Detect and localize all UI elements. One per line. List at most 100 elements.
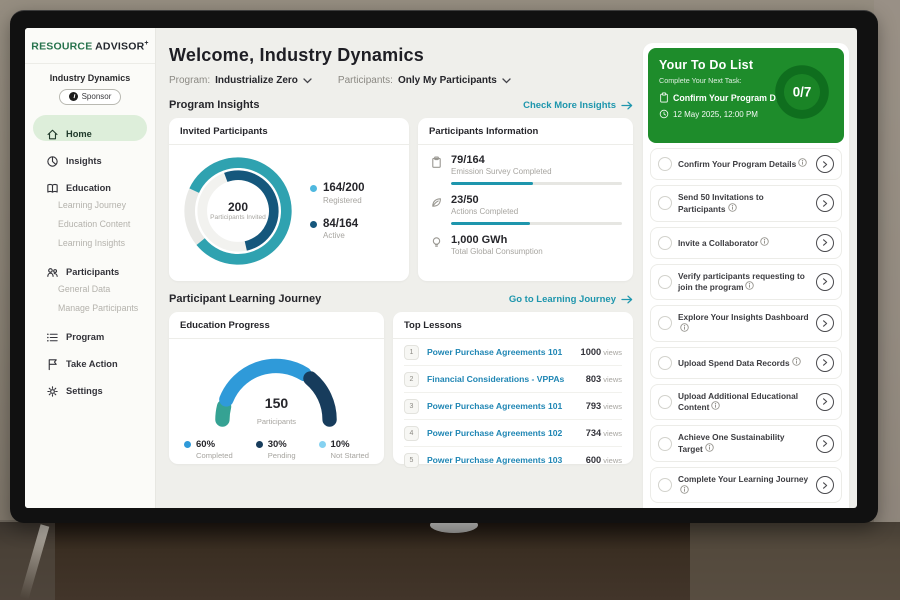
info-icon[interactable] <box>705 443 714 452</box>
sidebar: RESOURCE ADVISOR+ Industry Dynamics Spon… <box>25 28 156 508</box>
task-label: Verify participants requesting to join t… <box>678 271 810 294</box>
education-progress-gauge-chart: 150 Participants <box>198 343 354 431</box>
legend-value: 10% <box>331 439 350 450</box>
task-checkbox[interactable] <box>658 478 672 492</box>
top-lessons-list: 1 Power Purchase Agreements 101 1000view… <box>404 339 622 473</box>
task-open-button[interactable] <box>816 194 834 212</box>
sidebar-item-label: Take Action <box>66 359 118 369</box>
sidebar-item-insights[interactable]: Insights <box>33 142 147 168</box>
sidebar-item-education-content[interactable]: Education Content <box>33 215 147 233</box>
lesson-link[interactable]: Power Purchase Agreements 102 <box>427 428 578 438</box>
clipboard-icon <box>659 92 669 103</box>
legend-value: 60% <box>196 439 215 450</box>
task-open-button[interactable] <box>816 273 834 291</box>
progress-bar <box>451 222 622 225</box>
info-icon[interactable] <box>792 357 801 366</box>
sidebar-item-label: Education Content <box>58 219 130 229</box>
legend-value: 30% <box>268 439 287 450</box>
task-checkbox[interactable] <box>658 316 672 330</box>
task-row-invite-a-collaborator: Invite a Collaborator <box>650 227 842 259</box>
brand-secondary: ADVISOR <box>95 41 144 53</box>
program-filter[interactable]: Program: Industrialize Zero <box>169 75 312 86</box>
lesson-row: 1 Power Purchase Agreements 101 1000view… <box>404 339 622 366</box>
info-icon[interactable] <box>711 401 720 410</box>
top-lessons-title: Top Lessons <box>393 320 633 339</box>
info-icon[interactable] <box>798 158 807 167</box>
legend-item-pending: 30% Pending <box>256 439 296 460</box>
lesson-link[interactable]: Power Purchase Agreements 101 <box>427 347 573 357</box>
info-icon[interactable] <box>728 203 737 212</box>
info-icon[interactable] <box>680 323 689 332</box>
check-more-insights-link[interactable]: Check More Insights <box>523 100 633 111</box>
sidebar-item-general-data[interactable]: General Data <box>33 280 147 298</box>
sidebar-item-program[interactable]: Program <box>33 318 147 344</box>
lesson-row: 2 Financial Considerations - VPPAs 803vi… <box>404 366 622 393</box>
arrow-right-icon <box>621 295 633 304</box>
task-open-button[interactable] <box>816 155 834 173</box>
sidebar-item-education[interactable]: Education <box>33 169 147 195</box>
app-logo: RESOURCE ADVISOR+ <box>25 40 155 53</box>
legend-dot <box>184 441 191 448</box>
task-row-verify-participants-requesting-to-join-the-program: Verify participants requesting to join t… <box>650 264 842 301</box>
settings-icon <box>46 385 59 398</box>
legend-item-active: 84/164 Active <box>310 218 365 241</box>
task-checkbox[interactable] <box>658 196 672 210</box>
lesson-rank: 3 <box>404 399 419 414</box>
desk-background-right <box>690 522 900 600</box>
info-icon[interactable] <box>760 237 769 246</box>
task-open-button[interactable] <box>816 393 834 411</box>
task-open-button[interactable] <box>816 435 834 453</box>
legend-dot <box>256 441 263 448</box>
sidebar-item-settings[interactable]: Settings <box>33 372 147 398</box>
survey-icon <box>429 154 443 185</box>
sidebar-item-learning-journey[interactable]: Learning Journey <box>33 196 147 214</box>
task-open-button[interactable] <box>816 314 834 332</box>
task-checkbox[interactable] <box>658 236 672 250</box>
lesson-link[interactable]: Power Purchase Agreements 103 <box>427 455 578 465</box>
task-open-button[interactable] <box>816 354 834 372</box>
go-to-learning-journey-link[interactable]: Go to Learning Journey <box>509 294 633 305</box>
sidebar-item-label: Learning Insights <box>58 238 125 248</box>
sponsor-badge[interactable]: Sponsor <box>59 89 122 105</box>
divider <box>25 63 155 64</box>
info-icon[interactable] <box>745 281 754 290</box>
sidebar-item-label: Insights <box>66 156 102 166</box>
organization-name: Industry Dynamics <box>25 73 155 83</box>
legend-dot <box>319 441 326 448</box>
legend-label: Completed <box>196 451 233 460</box>
task-checkbox[interactable] <box>658 157 672 171</box>
task-checkbox[interactable] <box>658 356 672 370</box>
task-label: Explore Your Insights Dashboard <box>678 312 810 335</box>
education-progress-title: Education Progress <box>169 320 384 339</box>
top-lessons-card: Top Lessons 1 Power Purchase Agreements … <box>393 312 633 464</box>
lesson-link[interactable]: Power Purchase Agreements 101 <box>427 401 578 411</box>
lesson-link[interactable]: Financial Considerations - VPPAs <box>427 374 578 384</box>
sidebar-item-take-action[interactable]: Take Action <box>33 345 147 371</box>
stat-value: 23/50 <box>451 194 622 206</box>
info-icon[interactable] <box>680 485 689 494</box>
sidebar-item-learning-insights[interactable]: Learning Insights <box>33 234 147 252</box>
participants-filter[interactable]: Participants: Only My Participants <box>338 75 511 86</box>
task-open-button[interactable] <box>816 234 834 252</box>
sidebar-item-home[interactable]: Home <box>33 115 147 141</box>
task-checkbox[interactable] <box>658 437 672 451</box>
task-checkbox[interactable] <box>658 275 672 289</box>
sidebar-item-participants[interactable]: Participants <box>33 253 147 279</box>
stat-label: Emission Survey Completed <box>451 167 622 176</box>
progress-bar <box>451 182 622 185</box>
chevron-down-icon <box>303 78 312 84</box>
lesson-row: 3 Power Purchase Agreements 101 793views <box>404 393 622 420</box>
legend-label: Pending <box>268 451 296 460</box>
task-open-button[interactable] <box>816 476 834 494</box>
main-content: Welcome, Industry Dynamics Program: Indu… <box>156 28 643 508</box>
lesson-row: 5 Power Purchase Agreements 103 600views <box>404 447 622 473</box>
task-row-upload-additional-educational-content: Upload Additional Educational Content <box>650 384 842 421</box>
participants-filter-label: Participants: <box>338 75 393 86</box>
brand-primary: RESOURCE <box>31 41 92 53</box>
participants-information-stats: 79/164 Emission Survey Completed 23/50 A… <box>429 154 622 256</box>
invited-participants-card: Invited Participants 200 Partic <box>169 118 409 281</box>
sidebar-item-label: General Data <box>58 284 110 294</box>
sidebar-item-manage-participants[interactable]: Manage Participants <box>33 299 147 317</box>
task-checkbox[interactable] <box>658 395 672 409</box>
insights-cards-row: Invited Participants 200 Partic <box>169 118 633 281</box>
